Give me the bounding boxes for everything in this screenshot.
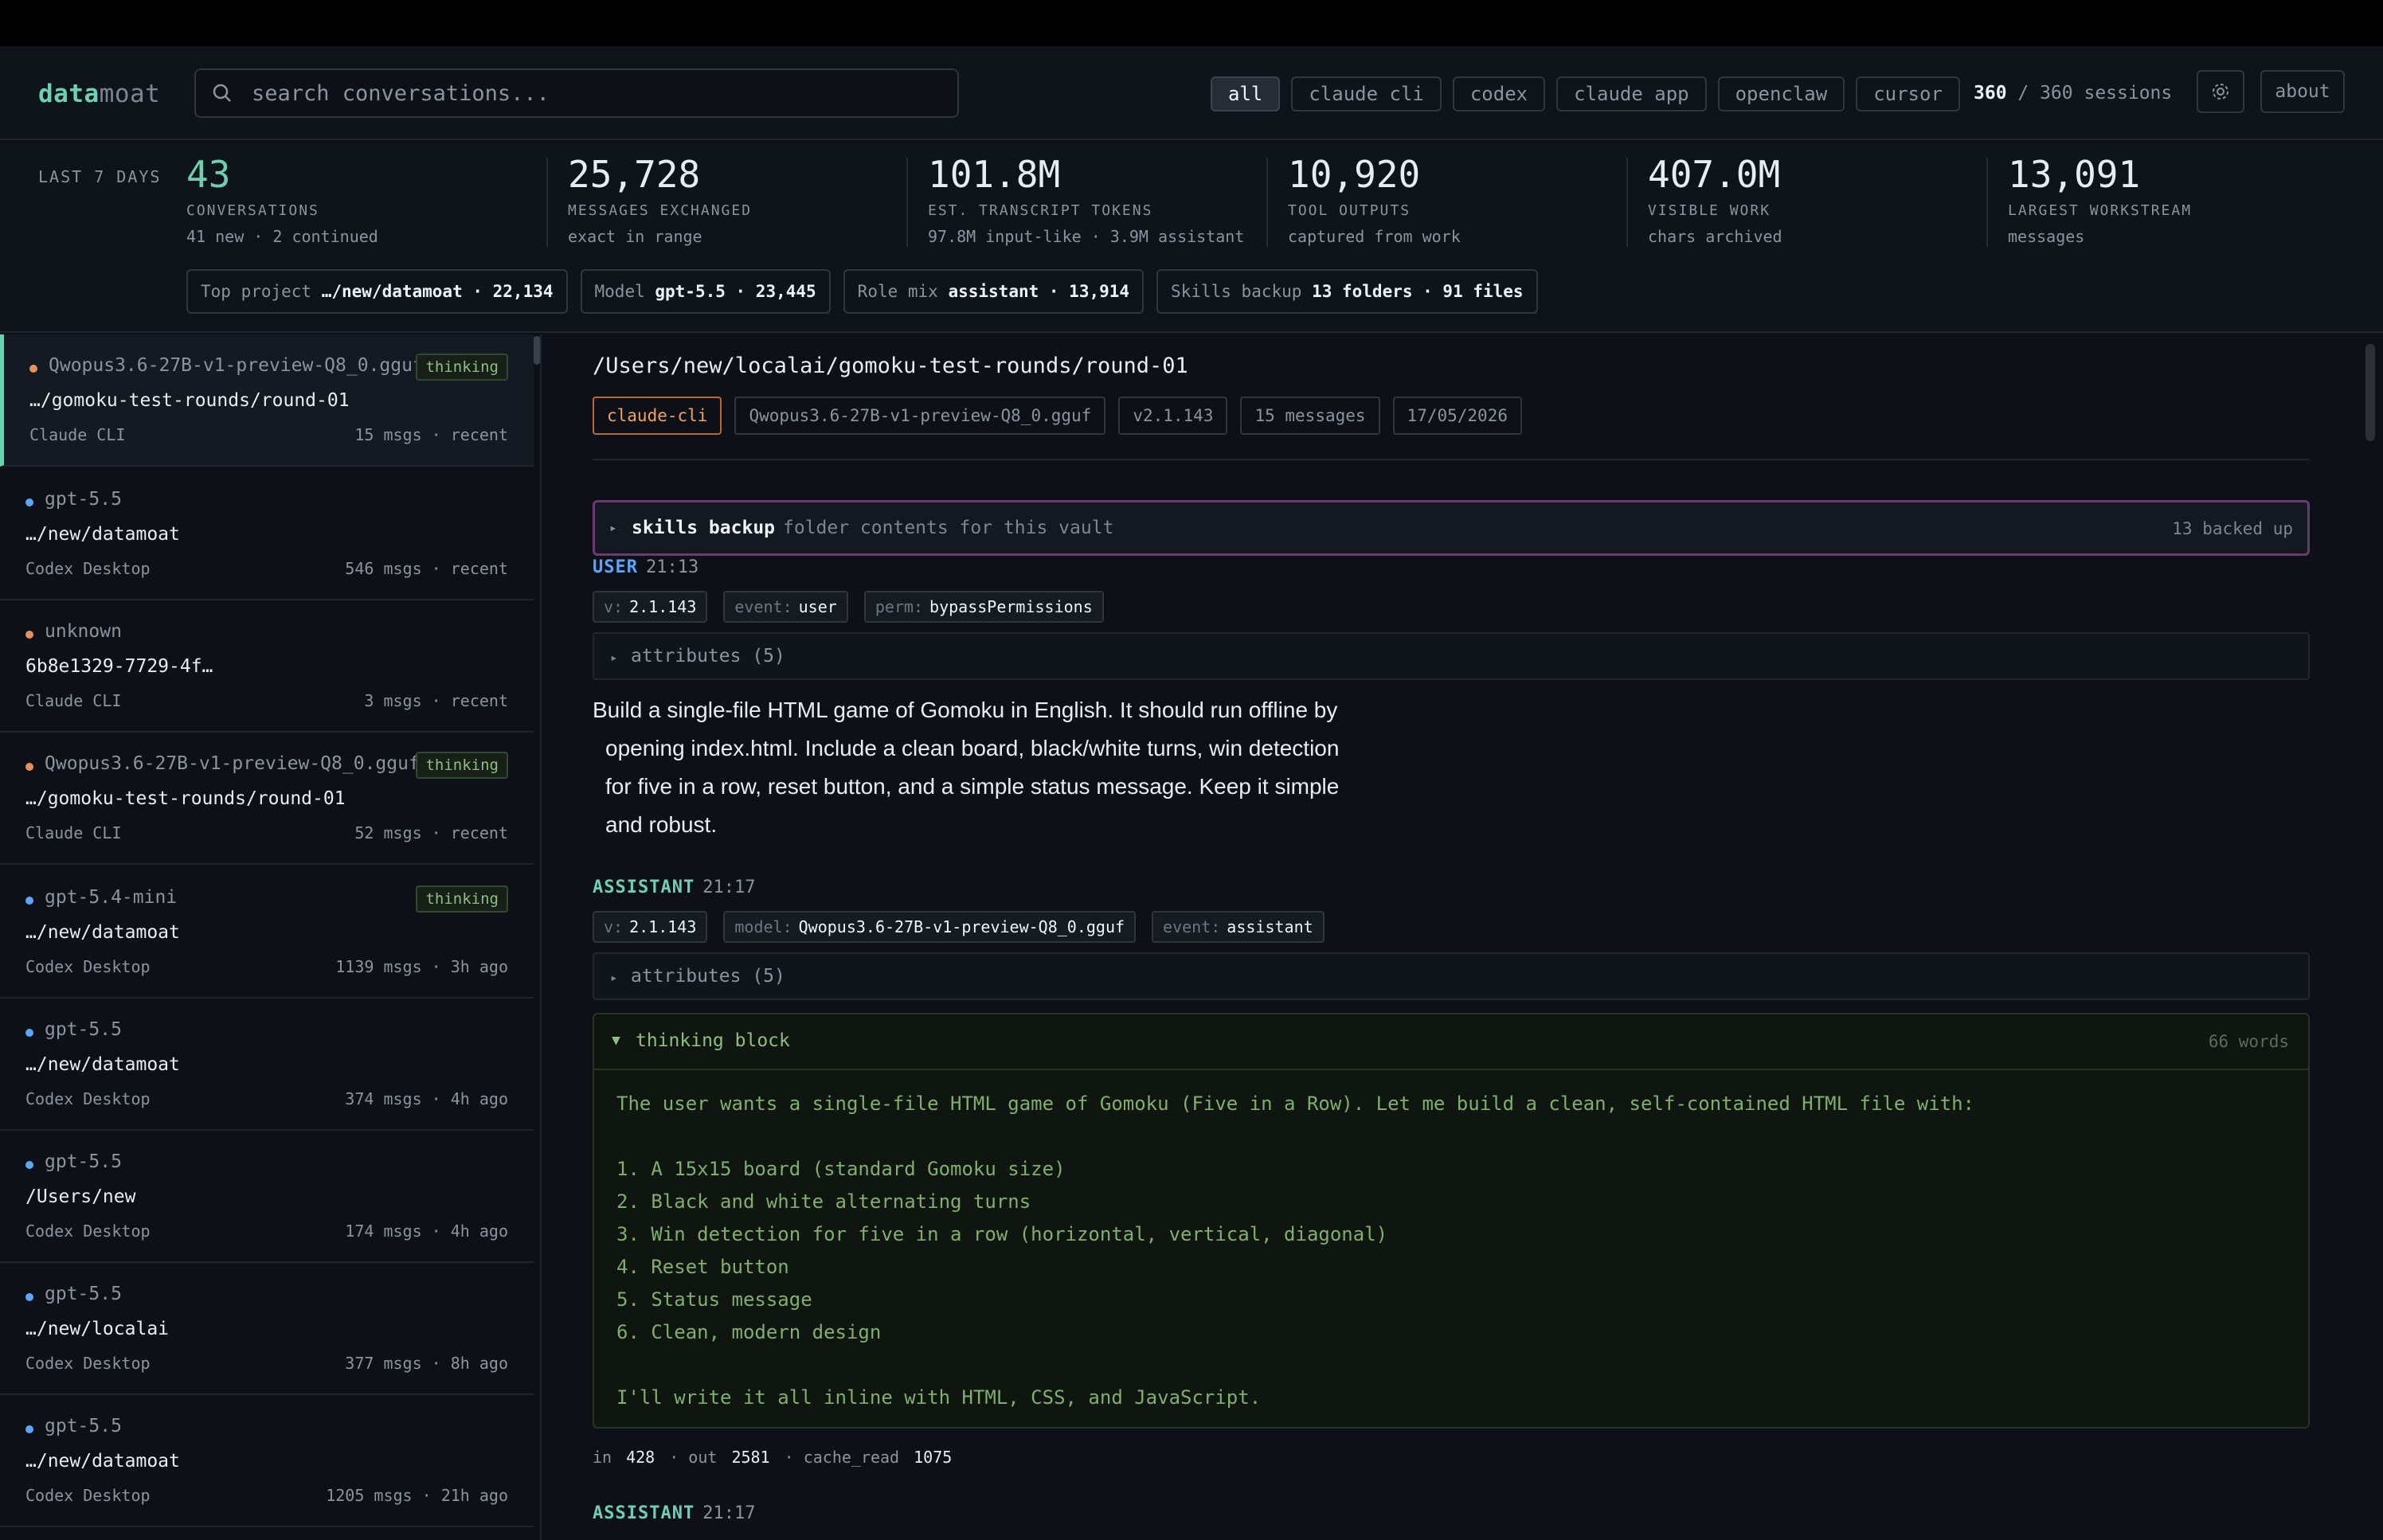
main-scrollbar[interactable] [2365,344,2375,441]
triangle-right-icon: ▸ [610,970,618,985]
assistant-meta-tags: v: 2.1.143 model: Qwopus3.6-27B-v1-preview… [593,911,1325,943]
stat-divider [1986,158,1988,247]
app-header: datamoat search conversations... all cla… [0,46,2383,140]
thinking-block: ▼ thinking block 66 words The user wants… [593,1013,2310,1429]
app-logo[interactable]: datamoat [38,80,160,108]
message-count-badge: 15 messages [1240,397,1380,435]
pill-role-mix[interactable]: Role mix assistant · 13,914 [843,269,1145,314]
source-dot [29,365,37,373]
token-usage: in 428 · out 2581 · cache_read 1075 [593,1448,953,1467]
assistant-role-label: ASSISTANT 21:17 [593,877,756,897]
source-filters: all claude cli codex claude app openclaw… [1211,76,1960,111]
settings-button[interactable] [2197,70,2244,113]
list-item[interactable]: gpt-5.5 /Users/new Codex Desktop 174 msg… [0,1131,534,1263]
filter-codex[interactable]: codex [1452,76,1546,111]
list-item[interactable]: Qwopus3.6-27B-v1-preview-Q8_0.gguf think… [0,334,534,467]
user-message: Build a single-file HTML game of Gomoku … [593,698,1340,837]
pill-skills-backup[interactable]: Skills backup 13 folders · 91 files [1156,269,1538,314]
stat-messages: 25,728 MESSAGES EXCHANGED exact in range [568,153,753,246]
source-dot [25,1161,33,1169]
thinking-tag: thinking [416,885,508,913]
date-badge: 17/05/2026 [1392,397,1522,435]
search-icon [213,84,231,102]
stat-divider [1626,158,1628,247]
list-item[interactable]: unknown 6b8e1329-7729-4f… Claude CLI 3 m… [0,600,534,733]
model-badge: Qwopus3.6-27B-v1-preview-Q8_0.gguf [734,397,1106,435]
thinking-text: The user wants a single-file HTML game o… [616,1092,1975,1409]
meta-tag: perm: bypassPermissions [863,591,1104,623]
source-dot [25,631,33,639]
source-dot [25,1029,33,1037]
thinking-tag: thinking [416,354,508,381]
attributes-toggle[interactable]: ▸ attributes (5) [593,952,2310,1000]
filter-openclaw[interactable]: openclaw [1717,76,1845,111]
gear-icon [2213,84,2228,100]
conversation-title: /Users/new/localai/gomoku-test-rounds/ro… [593,354,1188,378]
search-box[interactable]: search conversations... [194,68,959,118]
filter-claude-app[interactable]: claude app [1556,76,1707,111]
list-item[interactable]: gpt-5.4-mini thinking …/new/datamoat Cod… [0,866,534,999]
stat-divider [1266,158,1268,247]
list-item[interactable]: gpt-5.5 …/new/datamoat Codex Desktop 374… [0,999,534,1131]
triangle-down-icon: ▼ [612,1032,620,1049]
search-input[interactable]: search conversations... [252,81,550,106]
triangle-right-icon: ▸ [609,520,617,535]
list-item[interactable]: gpt-5.5 …/new/datamoat Codex Desktop 546… [0,468,534,600]
source-dot [25,1293,33,1301]
list-item[interactable]: gpt-5.5 …/new/localai Codex Desktop 377 … [0,1263,534,1395]
version-badge: v2.1.143 [1118,397,1228,435]
pill-top-project[interactable]: Top project …/new/datamoat · 22,134 [186,269,568,314]
conversation-badges: claude-cli Qwopus3.6-27B-v1-preview-Q8_0… [593,397,1522,435]
meta-tag: event: user [723,591,848,623]
list-item[interactable]: gpt-5.5 …/new/datamoat Codex Desktop 120… [0,1395,534,1527]
meta-tag: v: 2.1.143 [593,911,708,943]
user-role-label: USER 21:13 [593,557,699,577]
conversation-list: Qwopus3.6-27B-v1-preview-Q8_0.gguf think… [0,334,542,1540]
pill-model[interactable]: Model gpt-5.5 · 23,445 [580,269,831,314]
source-dot [25,498,33,506]
thinking-tag: thinking [416,752,508,779]
meta-tag: v: 2.1.143 [593,591,708,623]
source-badge: claude-cli [593,397,722,435]
meta-tag: model: Qwopus3.6-27B-v1-preview-Q8_0.gguf [723,911,1137,943]
filter-claude-cli[interactable]: claude cli [1291,76,1442,111]
filter-cursor[interactable]: cursor [1856,76,1960,111]
stat-tool-outputs: 10,920 TOOL OUTPUTS captured from work [1288,153,1461,246]
list-item[interactable]: Qwopus3.6-27B-v1-preview-Q8_0.gguf think… [0,733,534,865]
filter-all[interactable]: all [1211,76,1281,111]
thinking-block-header[interactable]: ▼ thinking block 66 words [594,1014,2308,1070]
triangle-right-icon: ▸ [610,650,618,665]
conversation-view: /Users/new/localai/gomoku-test-rounds/ro… [543,334,2383,1540]
stat-largest-workstream: 13,091 LARGEST WORKSTREAM messages [2008,153,2193,246]
divider [593,459,2310,460]
source-dot [25,763,33,771]
stat-divider [906,158,908,247]
skills-backup-panel[interactable]: ▸ skills backup folder contents for this… [593,500,2310,556]
user-meta-tags: v: 2.1.143 event: user perm: bypassPermissi… [593,591,1104,623]
assistant-role-label: ASSISTANT 21:17 [593,1503,756,1523]
stats-range-label: LAST 7 DAYS [38,167,162,186]
session-count: 360 / 360 sessions [1974,83,2173,104]
stat-tokens: 101.8M EST. TRANSCRIPT TOKENS 97.8M inpu… [928,153,1245,246]
stat-visible-work: 407.0M VISIBLE WORK chars archived [1648,153,1782,246]
source-dot [25,1425,33,1433]
window-top-bar [0,0,2383,46]
about-button[interactable]: about [2260,70,2345,113]
source-dot [25,897,33,905]
stat-divider [546,158,548,247]
sidebar-scrollbar[interactable] [534,336,540,365]
meta-tag: event: assistant [1152,911,1325,943]
summary-pills: Top project …/new/datamoat · 22,134 Mode… [186,269,1538,314]
stat-conversations: 43 CONVERSATIONS 41 new · 2 continued [186,153,378,246]
attributes-toggle[interactable]: ▸ attributes (5) [593,632,2310,680]
stats-panel: LAST 7 DAYS 43 CONVERSATIONS 41 new · 2 … [0,142,2383,333]
